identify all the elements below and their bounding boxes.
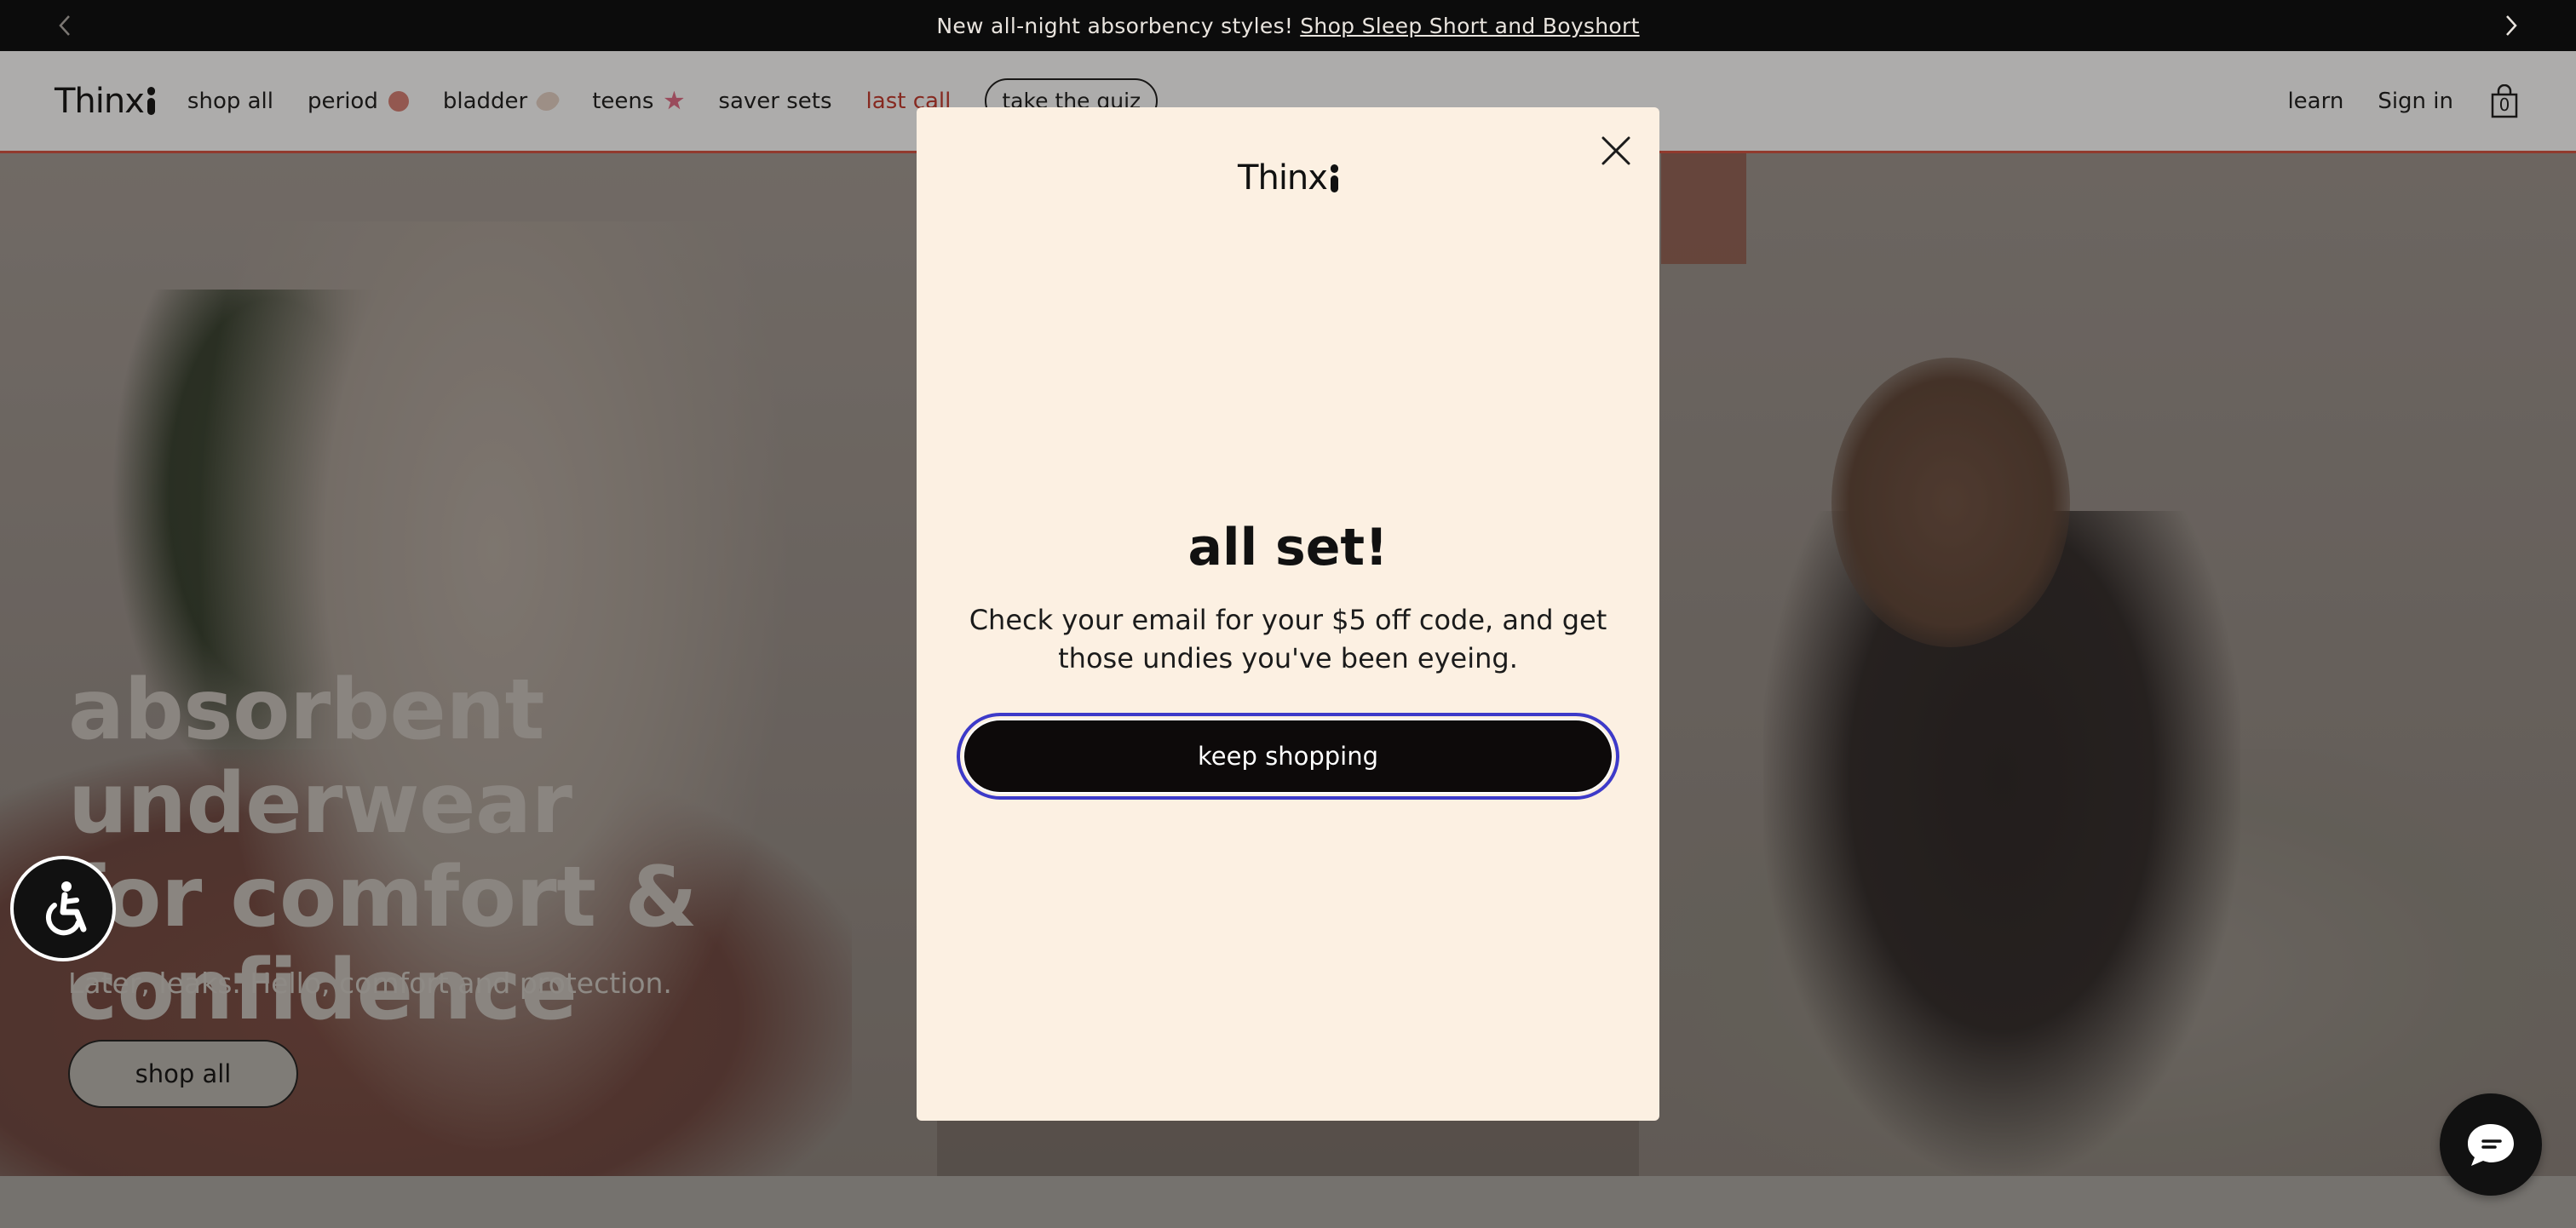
signup-confirmation-modal: Thinx all set! Check your email for your… [917, 107, 1659, 1121]
logo-dots-icon [1330, 164, 1338, 192]
announcement-link[interactable]: Shop Sleep Short and Boyshort [1300, 14, 1639, 38]
chat-bubble-icon[interactable] [2440, 1093, 2542, 1196]
modal-message: Check your email for your $5 off code, a… [969, 604, 1607, 675]
chevron-right-icon[interactable] [2498, 12, 2525, 39]
modal-title: all set! [1187, 518, 1389, 577]
keep-shopping-button[interactable]: keep shopping [957, 713, 1619, 800]
announcement-text: New all-night absorbency styles! [936, 13, 1294, 38]
announcement-message: New all-night absorbency styles! Shop Sl… [936, 14, 1639, 38]
announcement-bar: New all-night absorbency styles! Shop Sl… [0, 0, 2576, 51]
modal-brand-logo: Thinx [917, 158, 1659, 198]
modal-brand-name: Thinx [1238, 158, 1328, 198]
wheelchair-icon[interactable] [10, 856, 116, 961]
chevron-left-icon[interactable] [51, 12, 78, 39]
